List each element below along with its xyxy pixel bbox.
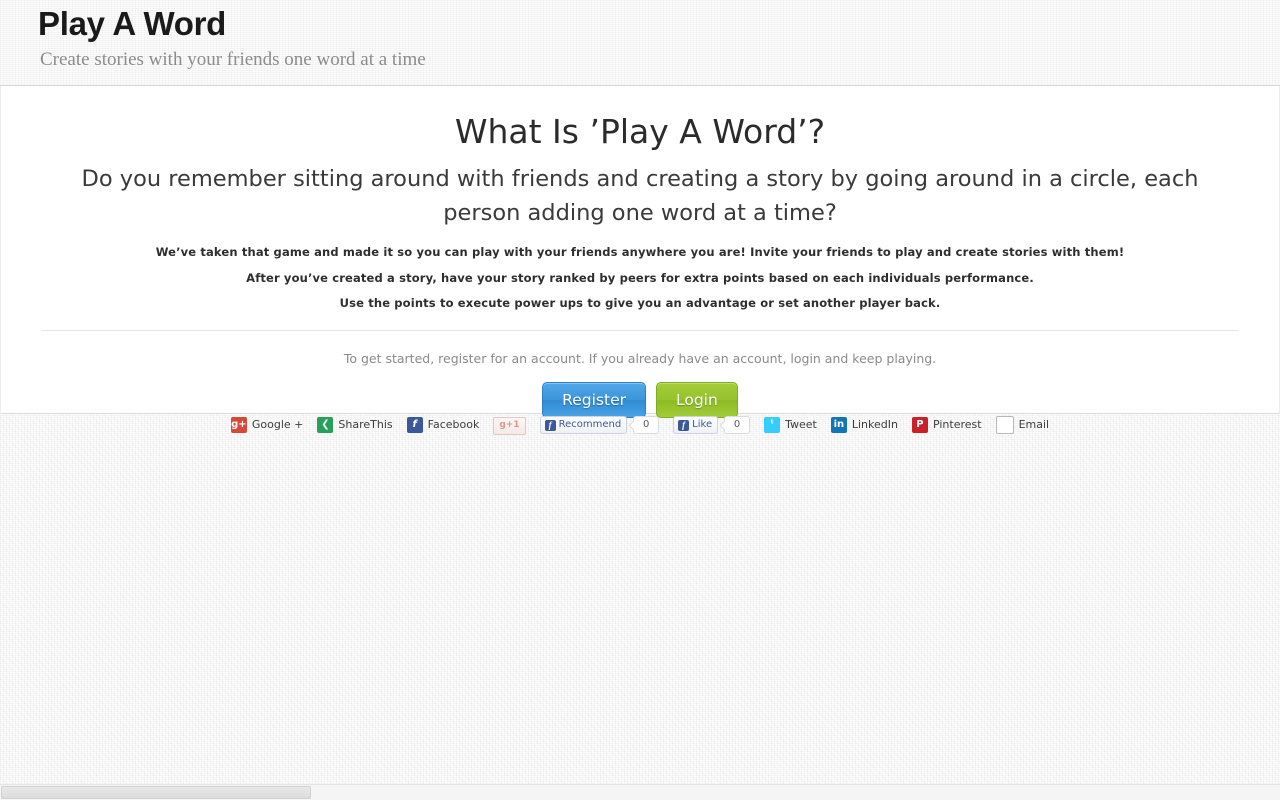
- share-linkedin-label: LinkedIn: [851, 418, 898, 431]
- google-plus-one-button[interactable]: g+1: [493, 417, 526, 435]
- facebook-icon: f: [406, 417, 423, 433]
- horizontal-scrollbar-thumb[interactable]: [1, 786, 311, 799]
- feature-line: Use the points to execute power ups to g…: [339, 296, 941, 310]
- feature-list: We’ve taken that game and made it so you…: [1, 240, 1279, 317]
- facebook-like-widget[interactable]: f Like 0: [673, 416, 751, 434]
- share-facebook[interactable]: f Facebook: [406, 415, 480, 435]
- facebook-recommend-label: Recommend: [558, 419, 622, 430]
- horizontal-scrollbar[interactable]: [0, 784, 1280, 800]
- section-divider: [41, 329, 1239, 331]
- content-panel: What Is ’Play A Word’? Do you remember s…: [0, 86, 1280, 418]
- google-plus-icon: g+: [230, 417, 247, 433]
- register-button[interactable]: Register: [542, 381, 646, 418]
- site-tagline: Create stories with your friends one wor…: [40, 49, 426, 70]
- email-icon: ✉: [995, 416, 1014, 434]
- site-header: Play A Word Create stories with your fri…: [0, 0, 1280, 86]
- facebook-like-label: Like: [692, 419, 713, 430]
- share-google-plus-label: Google +: [251, 418, 304, 431]
- intro-paragraph: Do you remember sitting around with frie…: [81, 166, 1199, 226]
- login-button[interactable]: Login: [656, 381, 738, 418]
- share-pinterest-label: Pinterest: [932, 418, 982, 431]
- facebook-like-count: 0: [724, 416, 751, 434]
- linkedin-icon: in: [830, 417, 847, 433]
- facebook-icon: f: [678, 419, 690, 431]
- site-title: Play A Word: [38, 5, 227, 42]
- share-linkedin[interactable]: in LinkedIn: [830, 415, 898, 435]
- facebook-icon: f: [544, 419, 556, 431]
- facebook-recommend-count: 0: [633, 416, 660, 434]
- feature-line: After you’ve created a story, have your …: [246, 270, 1034, 285]
- social-share-bar: g+ Google + ❮ ShareThis f Facebook g+1 f Rec…: [0, 415, 1280, 437]
- share-google-plus[interactable]: g+ Google +: [230, 415, 304, 435]
- pinterest-icon: P: [911, 417, 928, 433]
- page-title: What Is ’Play A Word’?: [454, 112, 826, 151]
- share-sharethis-label: ShareThis: [338, 418, 393, 431]
- share-sharethis[interactable]: ❮ ShareThis: [317, 415, 393, 435]
- share-tweet[interactable]: ᵗ Tweet: [764, 415, 817, 435]
- sharethis-icon: ❮: [317, 417, 334, 433]
- share-tweet-label: Tweet: [785, 418, 817, 431]
- twitter-icon: ᵗ: [764, 417, 781, 433]
- share-pinterest[interactable]: P Pinterest: [911, 415, 982, 435]
- facebook-like-button[interactable]: f Like: [673, 416, 719, 434]
- feature-line: We’ve taken that game and made it so you…: [155, 245, 1125, 259]
- share-facebook-label: Facebook: [427, 418, 480, 431]
- cta-button-group: Register Login: [1, 381, 1279, 418]
- facebook-recommend-button[interactable]: f Recommend: [539, 416, 628, 434]
- cta-description: To get started, register for an account.…: [343, 350, 937, 366]
- share-email[interactable]: ✉ Email: [995, 415, 1050, 435]
- facebook-recommend-widget[interactable]: f Recommend 0: [539, 416, 660, 434]
- share-email-label: Email: [1018, 418, 1050, 431]
